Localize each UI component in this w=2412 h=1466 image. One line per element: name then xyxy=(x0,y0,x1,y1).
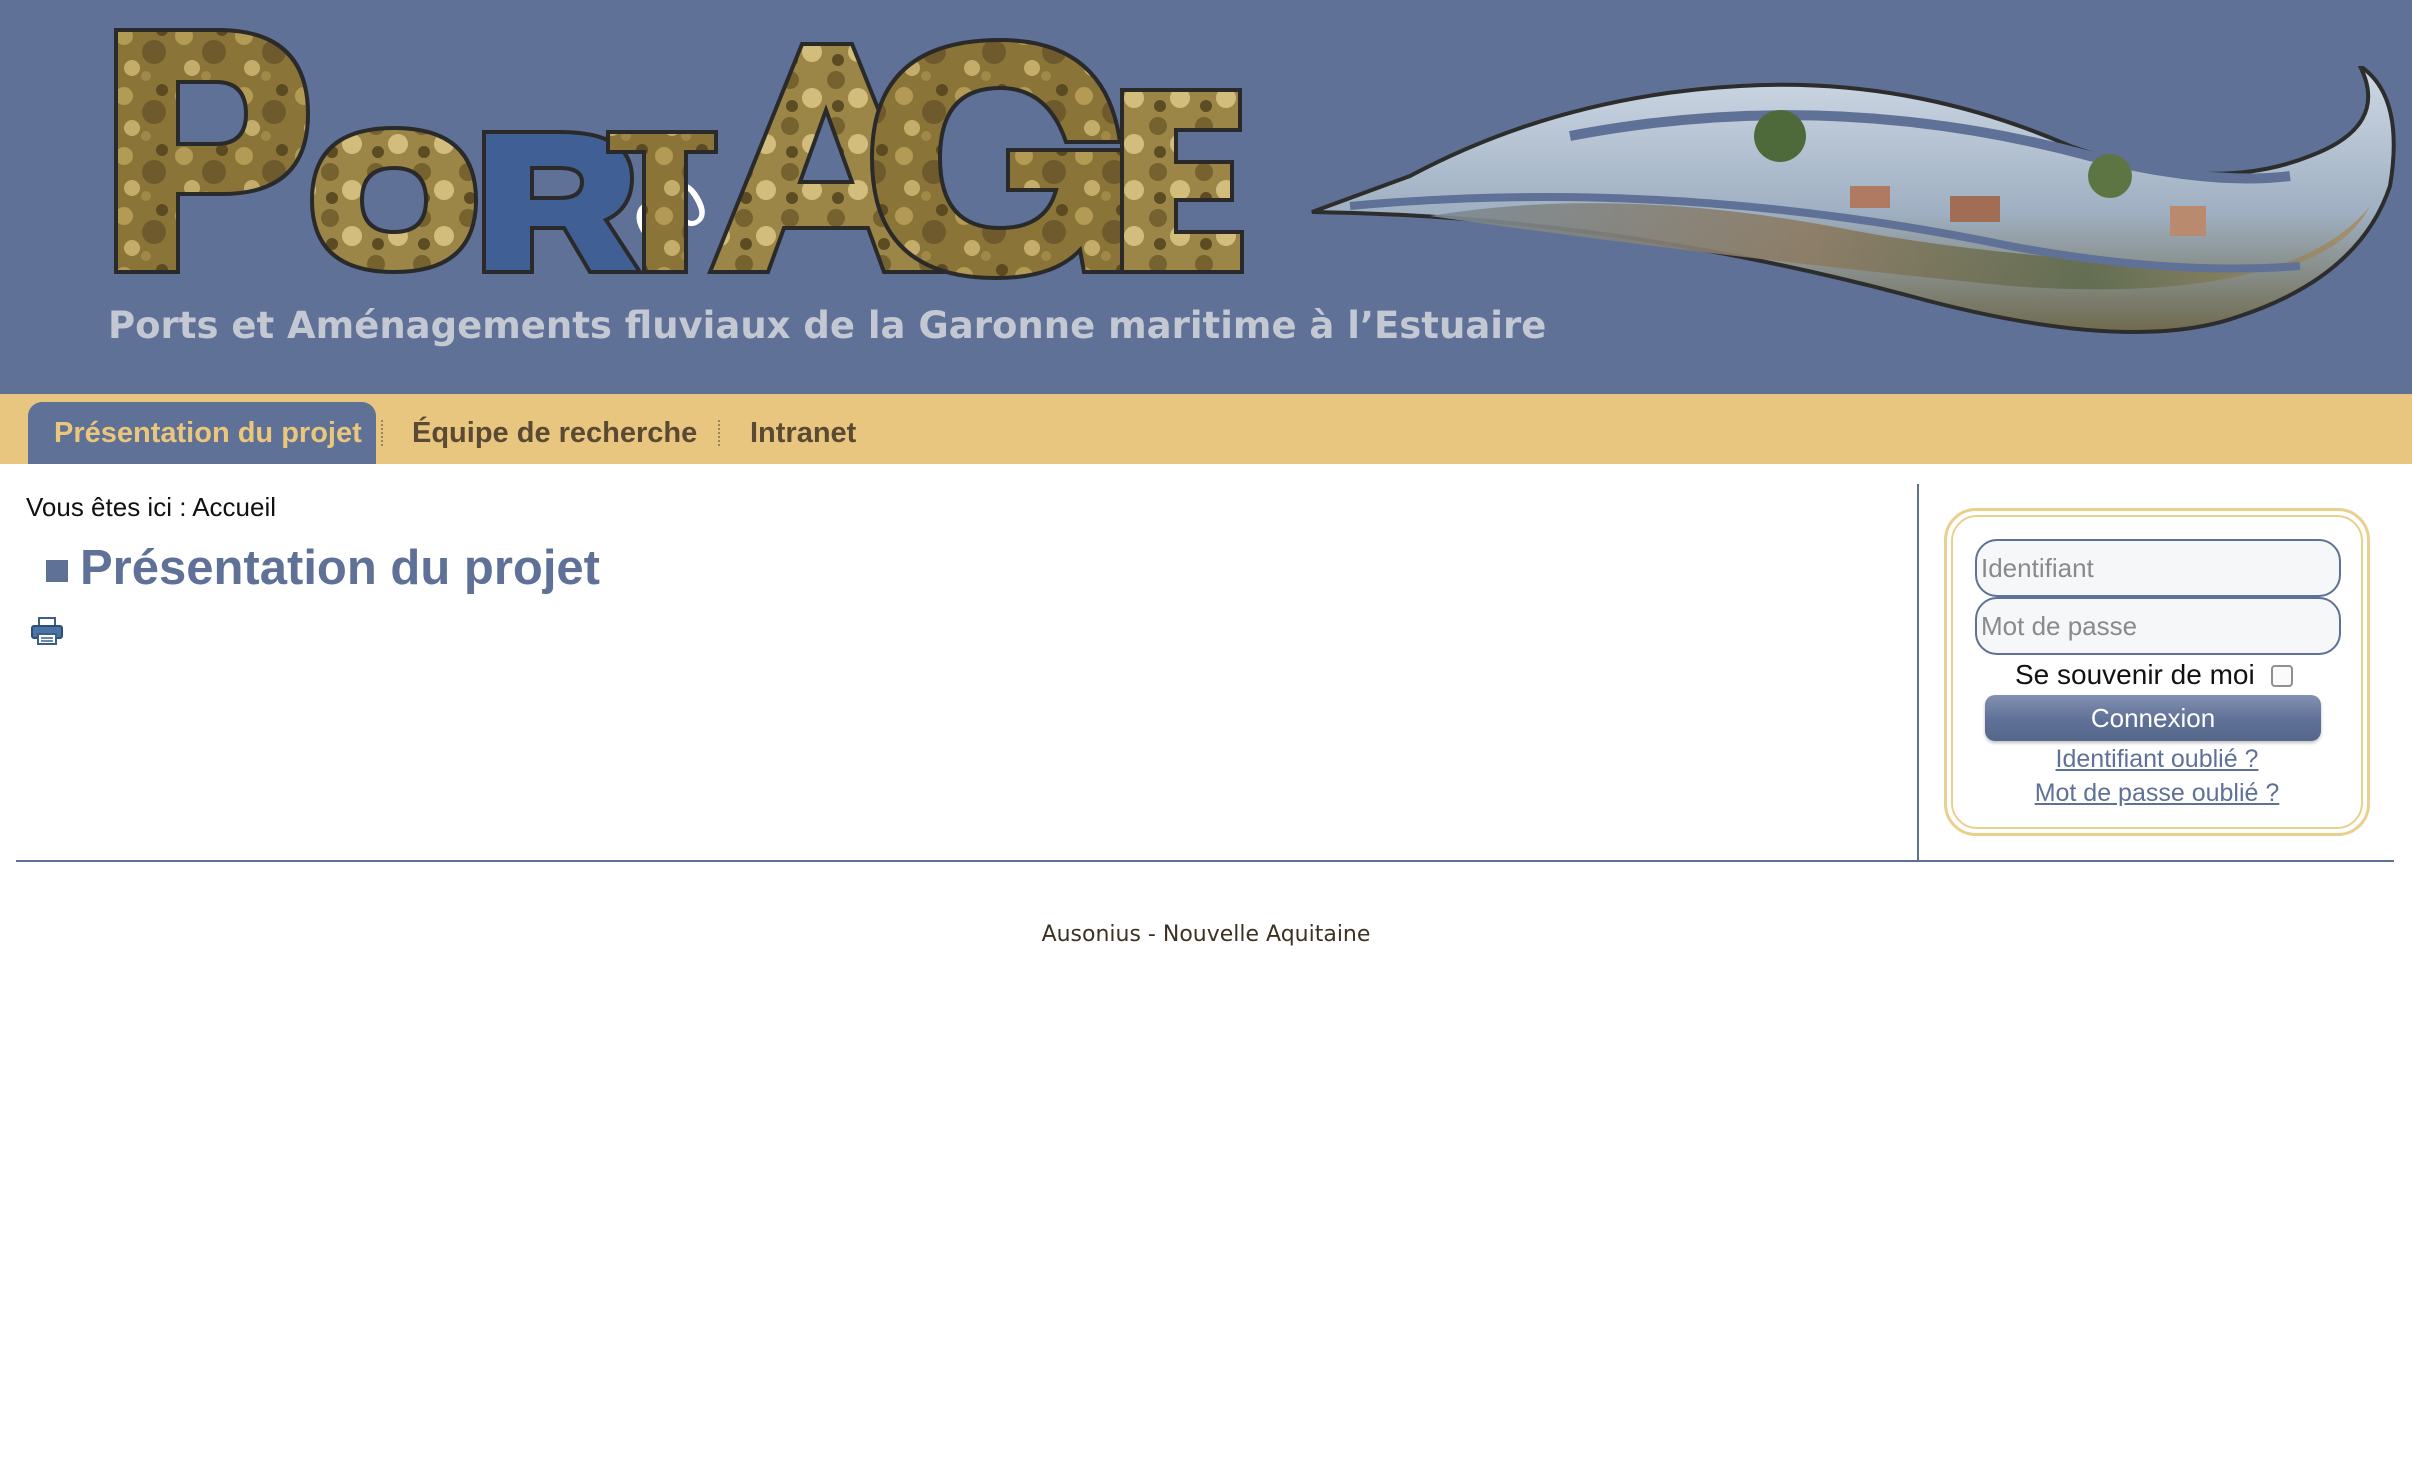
nav-item-presentation[interactable]: Présentation du projet xyxy=(28,402,376,464)
remember-me-checkbox[interactable] xyxy=(2271,665,2293,687)
login-form: Se souvenir de moi Connexion Identifiant… xyxy=(1944,508,2370,836)
login-button[interactable]: Connexion xyxy=(1985,695,2321,741)
page-title: Présentation du projet xyxy=(80,541,601,595)
site-logo: 60 xyxy=(114,28,1244,281)
title-bullet xyxy=(46,560,68,582)
site-banner: 60 Ports et Aménagements fluviaux de la … xyxy=(0,0,2412,394)
banner-photo-swoosh xyxy=(1311,66,2396,334)
printer-icon[interactable] xyxy=(30,616,64,646)
forgot-username-link[interactable]: Identifiant oublié ? xyxy=(1947,745,2367,774)
main-navigation: Présentation du projet Équipe de recherc… xyxy=(0,394,2412,464)
password-input[interactable] xyxy=(1975,597,2341,655)
nav-separator xyxy=(381,420,383,446)
nav-item-intranet[interactable]: Intranet xyxy=(724,402,882,464)
content-divider xyxy=(16,860,2394,862)
forgot-password-link[interactable]: Mot de passe oublié ? xyxy=(1947,779,2367,808)
breadcrumb: Vous êtes ici : Accueil xyxy=(26,492,277,522)
footer-text: Ausonius - Nouvelle Aquitaine xyxy=(1041,922,1371,947)
username-input[interactable] xyxy=(1975,539,2341,597)
nav-separator xyxy=(718,420,720,446)
sidebar-divider xyxy=(1917,484,1919,862)
remember-me-label: Se souvenir de moi xyxy=(2015,659,2255,690)
nav-item-equipe[interactable]: Équipe de recherche xyxy=(386,402,723,464)
